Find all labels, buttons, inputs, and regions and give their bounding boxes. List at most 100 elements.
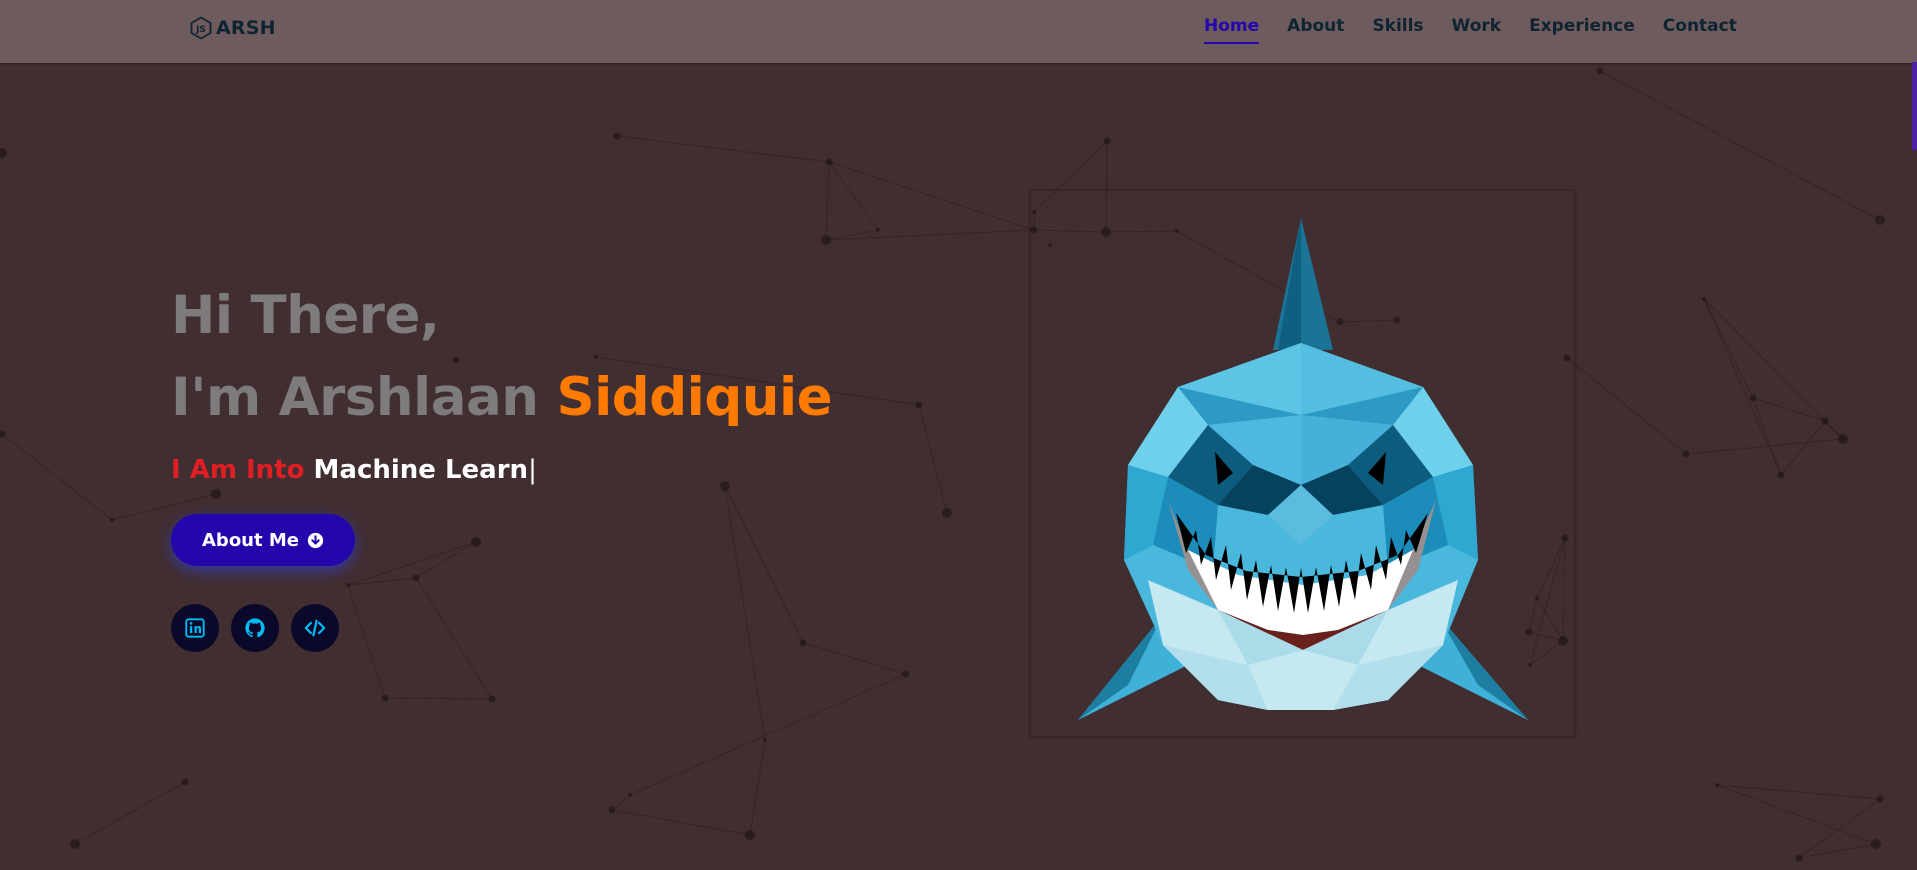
particle-dot <box>608 806 616 814</box>
nav-link-work[interactable]: Work <box>1452 16 1502 44</box>
particle-dot <box>211 489 221 499</box>
nav-link-about[interactable]: About <box>1287 16 1344 44</box>
particle-dot <box>825 158 833 166</box>
particle-link <box>828 161 879 231</box>
github-icon <box>245 618 265 638</box>
particle-dot <box>1749 394 1757 402</box>
particle-link <box>1685 438 1844 455</box>
particle-link <box>616 135 830 163</box>
particle-dot <box>412 574 420 582</box>
nav-link-contact[interactable]: Contact <box>1663 16 1737 44</box>
particle-link <box>724 485 804 644</box>
particle-dot <box>902 670 910 678</box>
particle-link <box>1716 784 1881 800</box>
particle-dot <box>1682 450 1690 458</box>
logo-text: ARSH <box>216 17 276 39</box>
particle-link <box>825 161 830 241</box>
about-me-button[interactable]: About Me <box>171 514 355 566</box>
particle-link <box>749 739 766 836</box>
particle-dot <box>628 793 632 797</box>
particle-link <box>1798 798 1881 859</box>
particle-link <box>825 229 1035 241</box>
particle-dot <box>1103 137 1111 145</box>
particle-dot <box>1875 215 1885 225</box>
github-link[interactable] <box>231 604 279 652</box>
particle-dot <box>110 518 114 522</box>
typing-cursor: | <box>528 455 537 485</box>
particle-dot <box>613 132 621 140</box>
particle-dot <box>0 148 7 158</box>
particle-dot <box>876 228 880 232</box>
particle-dot <box>799 639 807 647</box>
particle-network-background <box>0 67 1885 862</box>
particle-dot <box>763 738 767 742</box>
particle-dot <box>1715 783 1719 787</box>
particle-dot <box>1871 839 1881 849</box>
particle-dot <box>346 583 350 587</box>
hero-name-prefix: I'm Arshlaan <box>171 367 557 428</box>
particle-dot <box>488 695 496 703</box>
arrow-circle-down-icon <box>307 532 324 548</box>
typing-prefix: I Am Into <box>171 455 314 485</box>
hero-name: I'm Arshlaan Siddiquie <box>171 371 833 424</box>
particle-dot <box>594 355 598 359</box>
nav-link-home[interactable]: Home <box>1204 16 1260 44</box>
particle-link <box>347 584 386 699</box>
hexagon-js-icon: JS <box>190 16 212 40</box>
logo[interactable]: JS ARSH <box>189 14 276 42</box>
particle-link <box>415 541 477 579</box>
particle-link <box>1566 357 1687 455</box>
linkedin-icon <box>185 618 205 638</box>
particle-link <box>1703 298 1844 440</box>
particle-dot <box>70 839 80 849</box>
particle-dot <box>942 508 952 518</box>
particle-link <box>1752 397 1782 476</box>
social-links <box>171 604 339 652</box>
particle-dot <box>1596 67 1604 75</box>
typing-line: I Am Into Machine Learn| <box>171 455 537 485</box>
code-link[interactable] <box>291 604 339 652</box>
particle-link <box>918 404 948 514</box>
particle-link <box>1703 298 1754 399</box>
particle-dot <box>381 694 389 702</box>
scroll-progress-indicator <box>1912 62 1917 150</box>
typing-text: Machine Learn <box>313 455 529 485</box>
particle-dot <box>1838 434 1848 444</box>
particle-dot <box>821 235 831 245</box>
particle-link <box>1 433 113 521</box>
hero-greeting: Hi There, <box>171 285 440 346</box>
particle-link <box>1599 70 1881 221</box>
particle-link <box>611 809 751 836</box>
particle-link <box>74 781 186 845</box>
hero-name-highlight: Siddiquie <box>556 367 833 428</box>
particle-dot <box>1876 795 1884 803</box>
particle-link <box>611 794 631 811</box>
particle-dot <box>1702 297 1706 301</box>
shark-illustration <box>1078 218 1528 720</box>
navbar: JS ARSH Home About Skills Work Experienc… <box>0 0 1917 63</box>
particle-link <box>802 642 907 675</box>
particle-dot <box>1777 471 1785 479</box>
svg-text:JS: JS <box>195 25 206 35</box>
particle-dot <box>452 356 460 364</box>
particle-dot <box>1821 417 1829 425</box>
particle-dot <box>181 778 189 786</box>
particle-dot <box>720 481 730 491</box>
about-me-button-label: About Me <box>202 529 299 551</box>
particle-dot <box>915 401 923 409</box>
code-icon <box>304 619 326 637</box>
particle-link <box>629 673 907 796</box>
nav-link-experience[interactable]: Experience <box>1529 16 1635 44</box>
particle-link <box>724 485 766 741</box>
particle-dot <box>1795 854 1803 862</box>
particle-link <box>384 697 493 700</box>
particle-dot <box>745 830 755 840</box>
nav-link-skills[interactable]: Skills <box>1372 16 1423 44</box>
particle-link <box>1798 843 1877 859</box>
particle-link <box>1780 420 1826 476</box>
particle-link <box>828 161 1035 231</box>
particle-link <box>1716 784 1877 845</box>
particle-link <box>415 577 493 700</box>
linkedin-link[interactable] <box>171 604 219 652</box>
nav-menu: Home About Skills Work Experience Contac… <box>1204 16 1765 44</box>
